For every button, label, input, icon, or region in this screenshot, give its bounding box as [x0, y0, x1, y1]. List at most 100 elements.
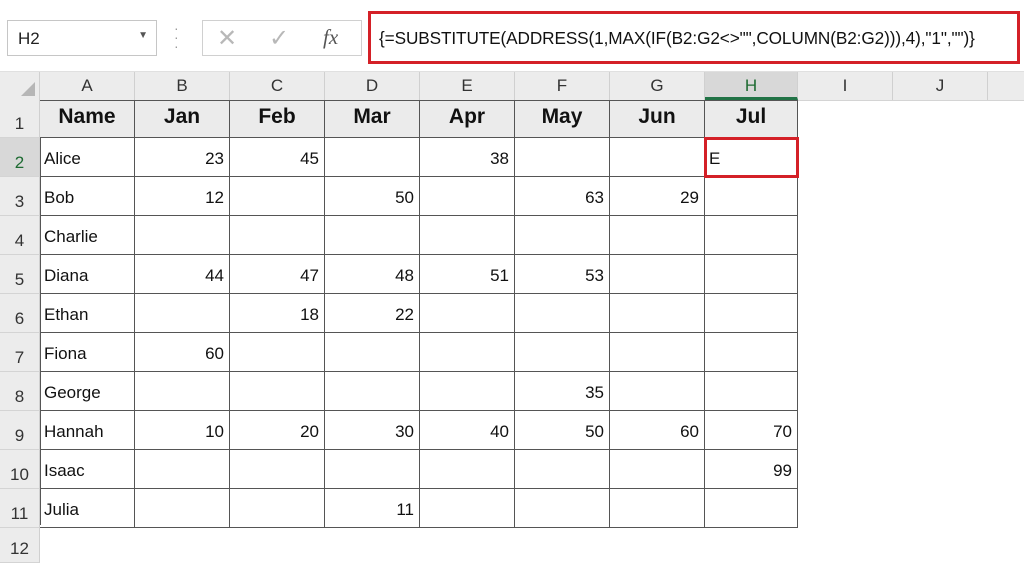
- row-header-1[interactable]: 1: [0, 100, 40, 138]
- row-header-6[interactable]: 6: [0, 294, 40, 333]
- value-cell[interactable]: [515, 294, 610, 333]
- value-cell[interactable]: [610, 450, 705, 489]
- column-header-f[interactable]: F: [515, 72, 610, 100]
- value-cell[interactable]: 35: [515, 372, 610, 411]
- table-header-cell[interactable]: Jul: [705, 100, 798, 138]
- value-cell[interactable]: 38: [420, 138, 515, 177]
- value-cell[interactable]: [610, 294, 705, 333]
- value-cell[interactable]: [135, 294, 230, 333]
- name-cell[interactable]: George: [40, 372, 135, 411]
- value-cell[interactable]: [230, 177, 325, 216]
- table-header-cell[interactable]: Name: [40, 100, 135, 138]
- value-cell[interactable]: 60: [135, 333, 230, 372]
- value-cell[interactable]: [230, 333, 325, 372]
- table-header-cell[interactable]: May: [515, 100, 610, 138]
- value-cell[interactable]: [135, 372, 230, 411]
- value-cell[interactable]: [230, 450, 325, 489]
- value-cell[interactable]: 48: [325, 255, 420, 294]
- value-cell[interactable]: [325, 333, 420, 372]
- chevron-down-icon[interactable]: ▼: [138, 30, 148, 41]
- row-header-2[interactable]: 2: [0, 138, 40, 177]
- row-header-4[interactable]: 4: [0, 216, 40, 255]
- row-header-11[interactable]: 11: [0, 489, 40, 528]
- value-cell[interactable]: [135, 489, 230, 528]
- value-cell[interactable]: [420, 489, 515, 528]
- row-header-7[interactable]: 7: [0, 333, 40, 372]
- column-header-a[interactable]: A: [40, 72, 135, 100]
- value-cell[interactable]: [230, 216, 325, 255]
- column-header-b[interactable]: B: [135, 72, 230, 100]
- value-cell[interactable]: [515, 138, 610, 177]
- value-cell[interactable]: 60: [610, 411, 705, 450]
- value-cell[interactable]: 23: [135, 138, 230, 177]
- enter-check-icon[interactable]: ✓: [269, 24, 289, 53]
- name-cell[interactable]: Fiona: [40, 333, 135, 372]
- select-all-button[interactable]: [0, 72, 40, 100]
- value-cell[interactable]: [420, 372, 515, 411]
- row-header-3[interactable]: 3: [0, 177, 40, 216]
- value-cell[interactable]: [705, 255, 798, 294]
- column-header-j[interactable]: J: [893, 72, 988, 100]
- value-cell[interactable]: [135, 216, 230, 255]
- value-cell[interactable]: [610, 255, 705, 294]
- row-header-9[interactable]: 9: [0, 411, 40, 450]
- row-header-10[interactable]: 10: [0, 450, 40, 489]
- value-cell[interactable]: 30: [325, 411, 420, 450]
- row-header-5[interactable]: 5: [0, 255, 40, 294]
- name-cell[interactable]: Hannah: [40, 411, 135, 450]
- drag-handle-icon[interactable]: · · ·: [174, 21, 179, 53]
- value-cell[interactable]: [135, 450, 230, 489]
- table-header-cell[interactable]: Jun: [610, 100, 705, 138]
- value-cell[interactable]: 29: [610, 177, 705, 216]
- insert-function-icon[interactable]: fx: [323, 25, 338, 50]
- table-header-cell[interactable]: Feb: [230, 100, 325, 138]
- value-cell[interactable]: 45: [230, 138, 325, 177]
- value-cell[interactable]: [420, 333, 515, 372]
- value-cell[interactable]: 12: [135, 177, 230, 216]
- name-cell[interactable]: Diana: [40, 255, 135, 294]
- value-cell[interactable]: [610, 333, 705, 372]
- value-cell[interactable]: 50: [515, 411, 610, 450]
- value-cell[interactable]: [230, 372, 325, 411]
- value-cell[interactable]: [515, 450, 610, 489]
- value-cell[interactable]: 47: [230, 255, 325, 294]
- value-cell[interactable]: [610, 216, 705, 255]
- value-cell[interactable]: [515, 333, 610, 372]
- name-cell[interactable]: Charlie: [40, 216, 135, 255]
- value-cell[interactable]: 70: [705, 411, 798, 450]
- column-header-g[interactable]: G: [610, 72, 705, 100]
- name-cell[interactable]: Ethan: [40, 294, 135, 333]
- column-header-c[interactable]: C: [230, 72, 325, 100]
- name-cell[interactable]: Isaac: [40, 450, 135, 489]
- value-cell[interactable]: 22: [325, 294, 420, 333]
- value-cell[interactable]: 10: [135, 411, 230, 450]
- value-cell[interactable]: [420, 450, 515, 489]
- column-header-h[interactable]: H: [705, 72, 798, 100]
- value-cell[interactable]: [515, 216, 610, 255]
- value-cell[interactable]: [325, 450, 420, 489]
- value-cell[interactable]: [705, 333, 798, 372]
- value-cell[interactable]: 11: [325, 489, 420, 528]
- table-header-cell[interactable]: Mar: [325, 100, 420, 138]
- value-cell[interactable]: [705, 216, 798, 255]
- value-cell[interactable]: [705, 177, 798, 216]
- row-header-8[interactable]: 8: [0, 372, 40, 411]
- column-header-e[interactable]: E: [420, 72, 515, 100]
- value-cell[interactable]: [610, 138, 705, 177]
- value-cell[interactable]: [610, 489, 705, 528]
- value-cell[interactable]: [325, 216, 420, 255]
- value-cell[interactable]: [325, 372, 420, 411]
- name-box[interactable]: H2 ▼: [7, 20, 157, 56]
- value-cell[interactable]: [230, 489, 325, 528]
- value-cell[interactable]: [515, 489, 610, 528]
- value-cell[interactable]: [705, 372, 798, 411]
- column-header-d[interactable]: D: [325, 72, 420, 100]
- value-cell[interactable]: [420, 294, 515, 333]
- value-cell[interactable]: 40: [420, 411, 515, 450]
- value-cell[interactable]: 99: [705, 450, 798, 489]
- value-cell[interactable]: 50: [325, 177, 420, 216]
- value-cell[interactable]: 44: [135, 255, 230, 294]
- value-cell[interactable]: 51: [420, 255, 515, 294]
- value-cell[interactable]: [705, 294, 798, 333]
- column-header-i[interactable]: I: [798, 72, 893, 100]
